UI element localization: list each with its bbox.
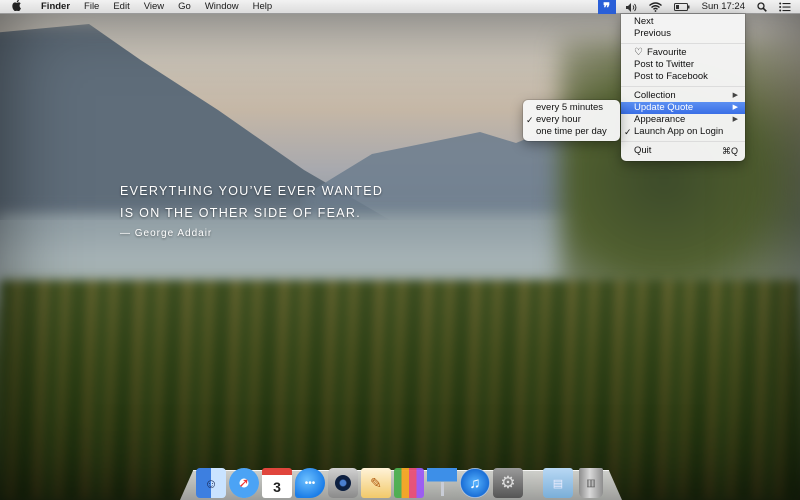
dock-system-preferences-icon[interactable]: ⚙ — [493, 468, 523, 498]
wifi-icon[interactable] — [643, 0, 668, 14]
menu-item-label: Collection — [634, 90, 676, 101]
dock-safari-icon[interactable]: ➚ — [229, 468, 259, 498]
desktop-quote: EVERYTHING YOU’VE EVER WANTED IS ON THE … — [120, 180, 383, 239]
keyboard-shortcut: ⌘Q — [721, 146, 738, 156]
quote-app-status-icon[interactable]: ❞ — [597, 0, 616, 16]
trash-can-glyph: ▥ — [586, 477, 596, 489]
menu-item-label: Previous — [634, 28, 671, 39]
quote-line: EVERYTHING YOU’VE EVER WANTED — [120, 184, 384, 198]
dock-messages-icon[interactable]: ••• — [295, 468, 325, 498]
checkmark-icon: ✓ — [624, 127, 632, 137]
menu-item-label: Next — [634, 16, 654, 27]
menu-item-appearance[interactable]: Appearance ▶ — [621, 114, 745, 126]
menu-item-update-quote[interactable]: Update Quote ▶ — [621, 102, 745, 114]
submenu-arrow-icon: ▶ — [732, 116, 738, 123]
menu-item-post-to-twitter[interactable]: Post to Twitter — [621, 59, 745, 71]
quote-author: — George Addair — [120, 228, 213, 239]
update-quote-submenu: every 5 minutes ✓ every hour one time pe… — [523, 100, 620, 141]
menu-item-label: Post to Twitter — [634, 59, 695, 70]
podium-stand-icon — [440, 482, 444, 496]
menu-go[interactable]: Go — [171, 0, 198, 14]
menu-help[interactable]: Help — [246, 0, 280, 14]
folder-glyph: ▤ — [552, 477, 564, 490]
menu-separator — [621, 141, 745, 142]
quote-line: IS ON THE OTHER SIDE OF FEAR. — [120, 206, 361, 220]
dock-finder-icon[interactable]: ☺ — [196, 468, 226, 498]
menu-view[interactable]: View — [137, 0, 171, 14]
notification-center-icon[interactable] — [773, 0, 800, 14]
clock[interactable]: Sun 17:24 — [696, 0, 751, 14]
menu-item-next[interactable]: Next — [621, 16, 745, 28]
menu-separator — [621, 43, 745, 44]
status-menus: ❞ Sun 17:24 — [597, 0, 800, 16]
menu-separator — [621, 86, 745, 87]
menu-item-label: Post to Facebook — [634, 71, 708, 82]
heart-icon: ♡ — [634, 47, 643, 58]
quote-app-menu: Next Previous ♡ Favourite Post to Twitte… — [621, 14, 745, 161]
compass-needle-glyph: ➚ — [238, 475, 250, 490]
submenu-arrow-icon: ▶ — [732, 104, 738, 111]
dock-facetime-icon[interactable] — [328, 468, 358, 498]
apple-menu-icon[interactable] — [12, 0, 26, 15]
dock-itunes-icon[interactable]: ♫ — [460, 468, 490, 498]
menu-edit[interactable]: Edit — [106, 0, 136, 14]
speech-bubble-glyph: ••• — [304, 477, 316, 489]
menu-bar: Finder File Edit View Go Window Help ❞ S… — [0, 0, 800, 16]
menu-item-previous[interactable]: Previous — [621, 28, 745, 40]
checkmark-icon: ✓ — [526, 115, 534, 125]
menu-item-label: Favourite — [646, 47, 687, 58]
quote-mark-icon: ❞ — [603, 0, 611, 16]
music-note-glyph: ♫ — [469, 474, 481, 492]
battery-icon[interactable] — [668, 0, 696, 14]
dock-documents-folder-icon[interactable]: ▤ — [543, 468, 573, 498]
dock: ☺ ➚ 3 ••• ✎ ♫ ⚙ ▤ ▥ — [196, 458, 606, 498]
menu-item-post-to-facebook[interactable]: Post to Facebook — [621, 71, 745, 83]
menu-item-label: Launch App on Login — [634, 126, 724, 137]
menu-item-favourite[interactable]: ♡ Favourite — [621, 47, 745, 59]
submenu-item-one-time-per-day[interactable]: one time per day — [523, 126, 620, 138]
menu-item-quit[interactable]: Quit ⌘Q — [621, 145, 745, 157]
gear-icon: ⚙ — [500, 473, 516, 492]
spotlight-search-icon[interactable] — [751, 0, 773, 14]
menu-item-label: Update Quote — [634, 102, 694, 113]
menu-item-launch-on-login[interactable]: ✓ Launch App on Login — [621, 126, 745, 138]
dock-numbers-icon[interactable] — [394, 468, 424, 498]
menu-window[interactable]: Window — [198, 0, 246, 14]
submenu-item-every-hour[interactable]: ✓ every hour — [523, 114, 620, 126]
menu-finder[interactable]: Finder — [34, 0, 77, 14]
calendar-date: 3 — [273, 478, 281, 495]
menu-item-collection[interactable]: Collection ▶ — [621, 90, 745, 102]
dock-trash-icon[interactable]: ▥ — [579, 468, 603, 498]
dock-calendar-icon[interactable]: 3 — [262, 468, 292, 498]
dock-pages-icon[interactable]: ✎ — [361, 468, 391, 498]
finder-face-glyph: ☺ — [204, 475, 218, 491]
submenu-arrow-icon: ▶ — [732, 92, 738, 99]
pen-glyph: ✎ — [370, 474, 382, 491]
menu-item-label: one time per day — [536, 126, 607, 137]
menu-item-label: Quit — [634, 145, 652, 156]
menu-item-label: Appearance — [634, 114, 686, 125]
menu-item-label: every hour — [536, 114, 581, 125]
menu-item-label: every 5 minutes — [536, 102, 604, 113]
camera-lens-icon — [335, 475, 351, 491]
submenu-item-every-5-minutes[interactable]: every 5 minutes — [523, 102, 620, 114]
volume-icon[interactable] — [620, 0, 643, 14]
menu-file[interactable]: File — [77, 0, 106, 14]
dock-keynote-icon[interactable] — [427, 468, 457, 498]
